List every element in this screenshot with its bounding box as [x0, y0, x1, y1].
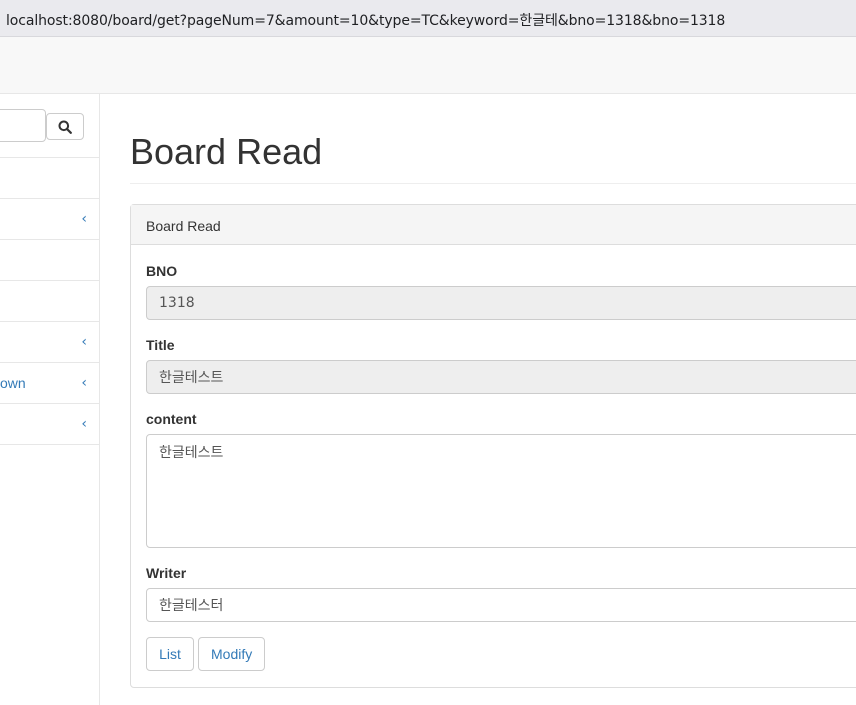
sidebar-item-4[interactable]: [0, 281, 99, 322]
chevron-left-icon: ‹: [81, 416, 87, 432]
sidebar: ‹ ‹ own ‹ ‹: [0, 94, 100, 705]
bno-label: BNO: [146, 263, 178, 279]
content-textarea[interactable]: 한글테스트: [146, 434, 856, 548]
chevron-left-icon: ‹: [81, 211, 87, 227]
sidebar-item-5[interactable]: ‹: [0, 322, 99, 363]
page-title: Board Read: [130, 131, 323, 172]
bno-field[interactable]: [146, 286, 856, 320]
sidebar-item-7[interactable]: ‹: [0, 404, 99, 445]
search-input[interactable]: [0, 109, 46, 142]
search-icon: [58, 120, 72, 134]
sidebar-item-label: own: [0, 375, 26, 391]
top-navbar: [0, 37, 856, 94]
chevron-left-icon: ‹: [81, 334, 87, 350]
sidebar-item-3[interactable]: [0, 240, 99, 281]
panel-heading: Board Read: [131, 205, 856, 245]
list-button[interactable]: List: [146, 637, 194, 671]
sidebar-item-2[interactable]: ‹: [0, 199, 99, 240]
title-divider: [130, 183, 856, 184]
chevron-left-icon: ‹: [81, 375, 87, 391]
title-field[interactable]: [146, 360, 856, 394]
writer-field[interactable]: [146, 588, 856, 622]
title-label: Title: [146, 337, 175, 353]
browser-address-bar[interactable]: localhost:8080/board/get?pageNum=7&amoun…: [0, 0, 856, 43]
modify-button[interactable]: Modify: [198, 637, 265, 671]
sidebar-search: [0, 94, 99, 158]
search-button[interactable]: [46, 113, 84, 140]
content-label: content: [146, 411, 197, 427]
sidebar-item-1[interactable]: [0, 158, 99, 199]
writer-label: Writer: [146, 565, 187, 581]
sidebar-item-dropdown[interactable]: own ‹: [0, 363, 99, 404]
